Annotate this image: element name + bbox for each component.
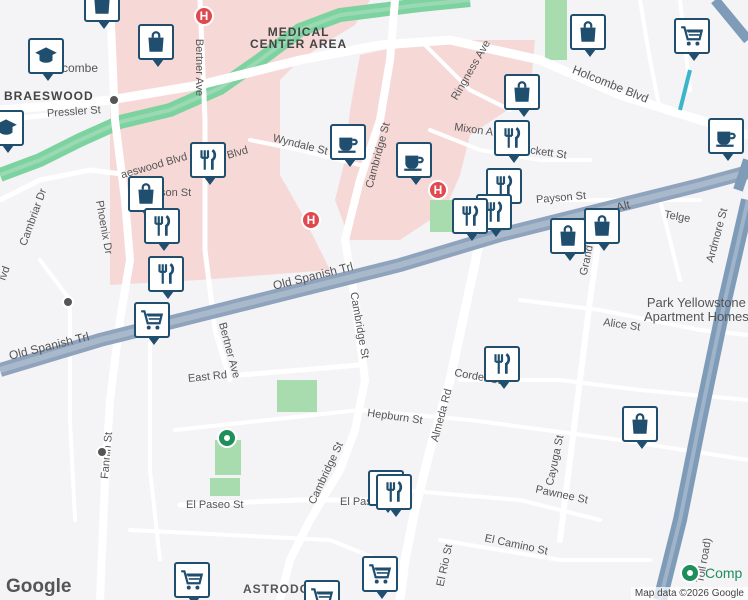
grocery-cart-icon[interactable]	[134, 302, 170, 345]
place-label-park-yellowstone-line2: Apartment Homes	[644, 309, 748, 324]
area-label-medical-center: MEDICAL CENTER AREA	[250, 26, 347, 50]
street-label-bertner-top: Bertner Ave	[193, 38, 206, 97]
restaurant-icon[interactable]	[494, 120, 530, 163]
restaurant-icon[interactable]	[190, 142, 226, 185]
grocery-cart-icon[interactable]	[304, 580, 340, 600]
restaurant-icon[interactable]	[144, 208, 180, 251]
street-label-astrodome: ASTRODO	[243, 582, 310, 596]
park-icon[interactable]	[217, 428, 237, 448]
grocery-cart-icon[interactable]	[362, 556, 398, 599]
restaurant-icon[interactable]	[148, 256, 184, 299]
shopping-bag-icon[interactable]	[128, 176, 164, 219]
restaurant-icon[interactable]	[484, 346, 520, 389]
coffee-icon[interactable]	[708, 118, 744, 161]
hospital-icon[interactable]: H	[428, 180, 448, 200]
street-label-ipson: son St	[160, 187, 192, 199]
bus-stop-icon[interactable]	[62, 296, 74, 308]
hospital-icon[interactable]: H	[301, 210, 321, 230]
street-label-el-paseo: El Paseo St	[186, 499, 244, 511]
shopping-bag-icon[interactable]	[570, 14, 606, 57]
school-icon[interactable]	[28, 38, 64, 81]
shopping-bag-icon[interactable]	[584, 208, 620, 251]
restaurant-icon[interactable]	[452, 198, 488, 241]
google-logo: Google	[6, 576, 72, 597]
park-icon[interactable]	[680, 563, 700, 583]
shopping-bag-icon[interactable]	[138, 24, 174, 67]
grocery-cart-icon[interactable]	[674, 18, 710, 61]
shopping-bag-icon[interactable]	[550, 218, 586, 261]
area-label-medical-line: MEDICAL CENTER AREA	[250, 25, 348, 51]
restaurant-icon[interactable]	[376, 474, 412, 517]
place-label-park-yellowstone[interactable]: Park Yellowstone Apartment Homes	[644, 296, 748, 323]
school-icon[interactable]	[0, 110, 24, 153]
place-label-comp[interactable]: Comp	[705, 566, 742, 580]
park-area	[545, 0, 567, 60]
coffee-icon[interactable]	[396, 142, 432, 185]
shopping-bag-icon[interactable]	[622, 406, 658, 449]
shopping-bag-icon[interactable]	[84, 0, 120, 29]
bus-stop-icon[interactable]	[96, 446, 108, 458]
shopping-bag-icon[interactable]	[504, 74, 540, 117]
grocery-cart-icon[interactable]	[174, 562, 210, 600]
map-attribution[interactable]: Map data ©2026 Google	[630, 587, 748, 600]
park-area	[277, 380, 317, 412]
place-label-park-yellowstone-line1: Park Yellowstone	[646, 295, 746, 310]
area-label-braeswood: BRAESWOOD	[4, 89, 94, 103]
bus-stop-icon[interactable]	[108, 94, 120, 106]
map-canvas[interactable]: MEDICAL CENTER AREA BRAESWOOD Holcombe H…	[0, 0, 748, 600]
hospital-icon[interactable]: H	[194, 6, 214, 26]
park-area	[210, 478, 240, 496]
coffee-icon[interactable]	[330, 124, 366, 167]
